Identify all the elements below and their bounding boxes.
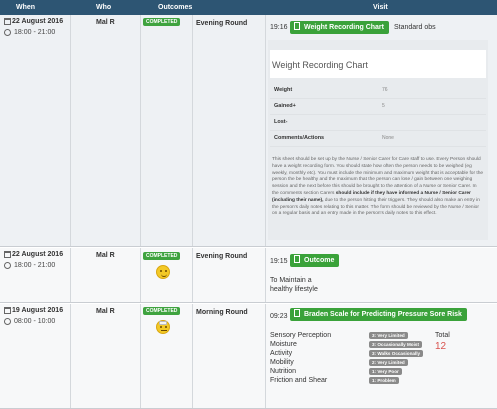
chart-note: Standard obs	[394, 24, 436, 31]
braden-label: Nutrition	[270, 368, 297, 375]
weight-chart-button[interactable]: Weight Recording Chart	[290, 21, 389, 34]
entry-time: 08:00 - 10:00	[14, 318, 56, 325]
col-outcomes: Outcomes	[158, 4, 193, 11]
entry-who: Mal R	[96, 252, 115, 259]
braden-label: Friction and Shear	[270, 377, 328, 384]
calendar-icon	[4, 307, 11, 314]
status-badge: COMPLETED	[143, 307, 181, 315]
braden-score-badge: 3: Very Limited	[369, 332, 408, 339]
entry-time: 18:00 - 21:00	[14, 262, 56, 269]
outcome-description-line-1: To Maintain a	[270, 277, 312, 284]
happy-face-icon	[156, 265, 170, 279]
entry-who: Mal R	[96, 19, 115, 26]
calendar-icon	[4, 18, 11, 25]
document-icon	[294, 309, 300, 317]
visit-time: 19:16	[270, 24, 288, 31]
braden-score-badge: 3: Walks Occasionally	[369, 350, 424, 357]
col-when: When	[16, 4, 36, 11]
braden-score-badge: 2: Very Limited	[369, 359, 408, 366]
table-row[interactable]: 22 August 2016 18:00 - 21:00 Mal R COMPL…	[0, 248, 497, 303]
entry-date: 22 August 2016	[12, 251, 64, 258]
weight-chart-sheet: Weight Recording Chart Weight 76 Gained+…	[268, 40, 488, 240]
entry-date: 19 August 2016	[12, 307, 64, 314]
braden-label: Moisture	[270, 341, 297, 348]
outcome-description-line-2: healthy lifestyle	[270, 286, 318, 293]
visit-time: 09:23	[270, 313, 288, 320]
visit-time: 19:15	[270, 258, 288, 265]
calendar-icon	[4, 251, 11, 258]
entry-date: 22 August 2016	[12, 18, 64, 25]
braden-label: Sensory Perception	[270, 332, 332, 339]
total-value: 12	[435, 341, 447, 352]
outcome-button[interactable]: Outcome	[290, 254, 340, 267]
braden-scale-button[interactable]: Braden Scale for Predicting Pressure Sor…	[290, 308, 467, 321]
braden-score-badge: 3: Occasionally Moist	[369, 341, 422, 348]
braden-score-badge: 1: Very Poor	[369, 368, 402, 375]
table-header: When Who Outcomes Visit	[0, 0, 497, 15]
braden-score-badge: 1: Problem	[369, 377, 399, 384]
status-badge: COMPLETED	[143, 252, 181, 260]
clock-icon	[4, 262, 11, 269]
sheet-row-lost: Lost-	[270, 115, 486, 131]
sheet-title: Weight Recording Chart	[270, 50, 486, 78]
document-icon	[294, 22, 300, 30]
table-row[interactable]: 22 August 2016 18:00 - 21:00 Mal R COMPL…	[0, 15, 497, 247]
sheet-table: Weight 76 Gained+ 5 Lost- Comments/Actio…	[270, 83, 486, 147]
sheet-instructions: This sheet should be set up by the Nurse…	[272, 157, 484, 217]
clock-icon	[4, 29, 11, 36]
entry-time: 18:00 - 21:00	[14, 29, 56, 36]
entry-who: Mal R	[96, 308, 115, 315]
sheet-row-weight: Weight 76	[270, 83, 486, 99]
sheet-row-comments: Comments/Actions None	[270, 131, 486, 147]
document-icon	[294, 255, 300, 263]
sick-face-icon	[156, 320, 170, 334]
sheet-row-gained: Gained+ 5	[270, 99, 486, 115]
total-label: Total	[435, 332, 450, 339]
clock-icon	[4, 318, 11, 325]
round-name: Morning Round	[196, 309, 248, 316]
status-badge: COMPLETED	[143, 18, 181, 26]
braden-label: Mobility	[270, 359, 294, 366]
table-row[interactable]: 19 August 2016 08:00 - 10:00 Mal R COMPL…	[0, 304, 497, 409]
round-name: Evening Round	[196, 253, 248, 260]
col-who: Who	[96, 4, 112, 11]
braden-label: Activity	[270, 350, 293, 357]
col-visit: Visit	[373, 4, 388, 11]
round-name: Evening Round	[196, 20, 248, 27]
